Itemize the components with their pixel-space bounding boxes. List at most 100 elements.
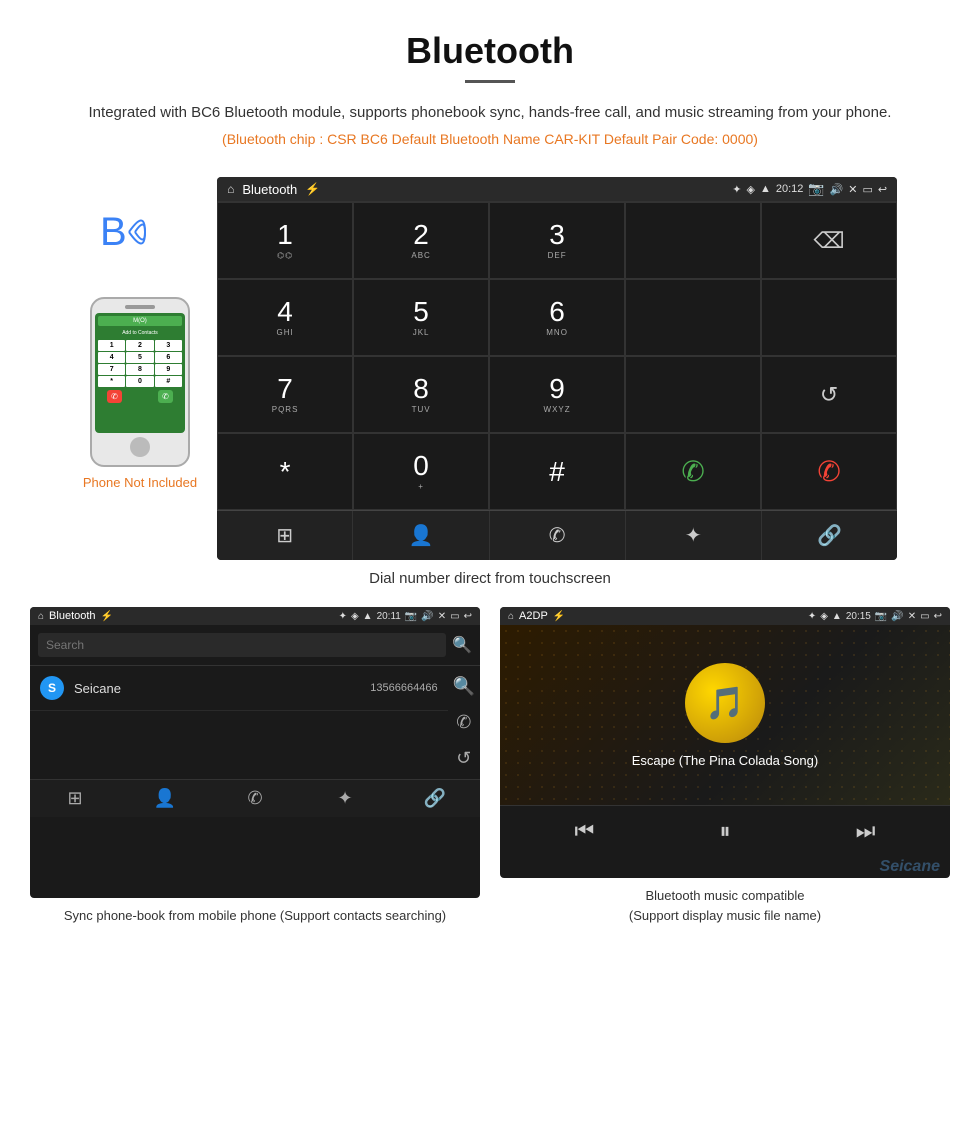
pb-screen-title: Bluetooth (49, 610, 95, 622)
screen-status-icon: ▭ (862, 183, 872, 196)
music-statusbar-left: ⌂ A2DP ⚡ (508, 610, 565, 622)
music-statusbar-right: ✦ ◈ ▲ 20:15 📷 🔊 ✕ ▭ ↩ (808, 611, 942, 622)
pb-back-icon[interactable]: ↩ (464, 611, 472, 622)
seicane-watermark: Seicane (500, 856, 950, 878)
dial-key-hash[interactable]: # (489, 433, 625, 510)
bt-specs: (Bluetooth chip : CSR BC6 Default Blueto… (60, 131, 920, 147)
phone-screen-header: M(O) (98, 316, 182, 326)
pb-nav-link[interactable]: 🔗 (390, 788, 480, 809)
dial-key-star[interactable]: * (217, 433, 353, 510)
pb-side-refresh-icon[interactable]: ↺ (456, 748, 471, 769)
pb-loc-icon: ◈ (351, 611, 359, 622)
pb-nav-bar: ⊞ 👤 ✆ ✦ 🔗 (30, 779, 480, 817)
phone-speaker (125, 305, 155, 309)
pb-nav-phone[interactable]: ✆ (210, 788, 300, 809)
music-vol-icon: 🔊 (891, 611, 903, 622)
dial-statusbar-left: ⌂ Bluetooth ⚡ (227, 182, 320, 197)
dial-key-4[interactable]: 4 GHI (217, 279, 353, 356)
pb-side-phone-icon[interactable]: ✆ (456, 712, 471, 733)
dial-key-2[interactable]: 2 ABC (353, 202, 489, 279)
dial-key-3[interactable]: 3 DEF (489, 202, 625, 279)
music-prev-btn[interactable]: ⏮ (575, 818, 595, 844)
bottom-screens: ⌂ Bluetooth ⚡ ✦ ◈ ▲ 20:11 📷 🔊 ✕ ▭ ↩ (0, 607, 980, 925)
main-screen-wrapper: B M(O) Add to Contacts 1 2 3 4 5 6 (0, 177, 980, 560)
phonebook-screen: ⌂ Bluetooth ⚡ ✦ ◈ ▲ 20:11 📷 🔊 ✕ ▭ ↩ (30, 607, 480, 898)
phone-home-btn (130, 437, 150, 457)
phone-key-4: 4 (98, 352, 125, 363)
music-usb-icon: ⚡ (553, 611, 565, 622)
dial-empty-r2c5 (761, 279, 897, 356)
phone-key-hash: # (155, 376, 182, 387)
pb-side-icons: 🔍 ✆ ↺ (448, 666, 480, 779)
pb-vol-icon: 🔊 (421, 611, 433, 622)
signal-status-icon: ▲ (760, 183, 771, 195)
phonebook-block: ⌂ Bluetooth ⚡ ✦ ◈ ▲ 20:11 📷 🔊 ✕ ▭ ↩ (30, 607, 480, 925)
dial-grid: 1 ⌬⌬ 2 ABC 3 DEF ⌫ 4 GHI 5 JKL (217, 201, 897, 510)
dial-call-btn[interactable]: ✆ (625, 433, 761, 510)
phone-key-8: 8 (126, 364, 153, 375)
phone-bottom-bar: ✆ ✆ (98, 390, 182, 403)
music-play-pause-btn[interactable]: ⏸ (719, 818, 730, 844)
dial-nav-link[interactable]: 🔗 (762, 511, 897, 560)
dial-end-btn[interactable]: ✆ (761, 433, 897, 510)
dial-statusbar: ⌂ Bluetooth ⚡ ✦ ◈ ▲ 20:12 📷 🔊 ✕ ▭ ↩ (217, 177, 897, 201)
music-back-icon[interactable]: ↩ (934, 611, 942, 622)
music-home-icon[interactable]: ⌂ (508, 611, 514, 622)
location-status-icon: ◈ (746, 183, 754, 196)
music-time: 20:15 (846, 611, 871, 622)
dial-key-5[interactable]: 5 JKL (353, 279, 489, 356)
phone-screen: M(O) Add to Contacts 1 2 3 4 5 6 7 8 9 *… (95, 313, 185, 433)
phone-key-9: 9 (155, 364, 182, 375)
music-bt-icon: ✦ (808, 611, 816, 622)
music-close-icon[interactable]: ✕ (908, 611, 916, 622)
dial-nav-bar: ⊞ 👤 ✆ ✦ 🔗 (217, 510, 897, 560)
phone-not-included-label: Phone Not Included (83, 475, 197, 490)
pb-statusbar: ⌂ Bluetooth ⚡ ✦ ◈ ▲ 20:11 📷 🔊 ✕ ▭ ↩ (30, 607, 480, 625)
dial-key-6[interactable]: 6 MNO (489, 279, 625, 356)
music-screen: ⌂ A2DP ⚡ ✦ ◈ ▲ 20:15 📷 🔊 ✕ ▭ ↩ (500, 607, 950, 878)
pb-sig-icon: ▲ (363, 611, 373, 622)
dial-refresh-btn[interactable]: ↺ (761, 356, 897, 433)
music-bg: 🎵 Escape (The Pina Colada Song) (500, 625, 950, 805)
dial-empty-r2c4 (625, 279, 761, 356)
music-album-art: 🎵 (685, 663, 765, 743)
phone-key-3: 3 (155, 340, 182, 351)
dial-key-1[interactable]: 1 ⌬⌬ (217, 202, 353, 279)
pb-close-icon[interactable]: ✕ (438, 611, 446, 622)
bt-icon-area: B (100, 207, 180, 287)
dial-nav-grid[interactable]: ⊞ (217, 511, 353, 560)
dial-key-7[interactable]: 7 PQRS (217, 356, 353, 433)
pb-nav-grid[interactable]: ⊞ (30, 788, 120, 809)
music-next-btn[interactable]: ⏭ (856, 818, 876, 844)
dial-statusbar-right: ✦ ◈ ▲ 20:12 📷 🔊 ✕ ▭ ↩ (732, 181, 887, 197)
close-status-icon[interactable]: ✕ (848, 183, 857, 196)
pb-contact-row[interactable]: S Seicane 13566664466 (30, 666, 448, 711)
dial-backspace-btn[interactable]: ⌫ (761, 202, 897, 279)
pb-time: 20:11 (377, 611, 401, 622)
back-status-icon[interactable]: ↩ (878, 183, 887, 196)
music-block: ⌂ A2DP ⚡ ✦ ◈ ▲ 20:15 📷 🔊 ✕ ▭ ↩ (500, 607, 950, 925)
dial-nav-bluetooth[interactable]: ✦ (626, 511, 762, 560)
pb-nav-contacts[interactable]: 👤 (120, 788, 210, 809)
pb-search-icon[interactable]: 🔍 (452, 635, 472, 655)
pb-side-search-icon[interactable]: 🔍 (453, 676, 475, 697)
pb-search-input[interactable] (38, 633, 446, 657)
dial-key-0[interactable]: 0 + (353, 433, 489, 510)
phonebook-caption: Sync phone-book from mobile phone (Suppo… (30, 906, 480, 926)
main-caption: Dial number direct from touchscreen (0, 570, 980, 587)
dial-nav-phone[interactable]: ✆ (490, 511, 626, 560)
pb-cam-icon: 📷 (405, 611, 417, 622)
pb-screen-icon: ▭ (450, 611, 459, 622)
volume-status-icon: 🔊 (830, 183, 844, 196)
pb-contact-phone: 13566664466 (370, 682, 437, 694)
dial-screen-title: Bluetooth (242, 182, 297, 197)
phone-key-0: 0 (126, 376, 153, 387)
pb-home-icon[interactable]: ⌂ (38, 611, 44, 622)
home-icon[interactable]: ⌂ (227, 182, 234, 196)
dial-key-9[interactable]: 9 WXYZ (489, 356, 625, 433)
dial-key-8[interactable]: 8 TUV (353, 356, 489, 433)
pb-nav-bt[interactable]: ✦ (300, 788, 390, 809)
dial-nav-contacts[interactable]: 👤 (353, 511, 489, 560)
pb-usb-icon: ⚡ (101, 611, 113, 622)
title-underline (465, 80, 515, 83)
